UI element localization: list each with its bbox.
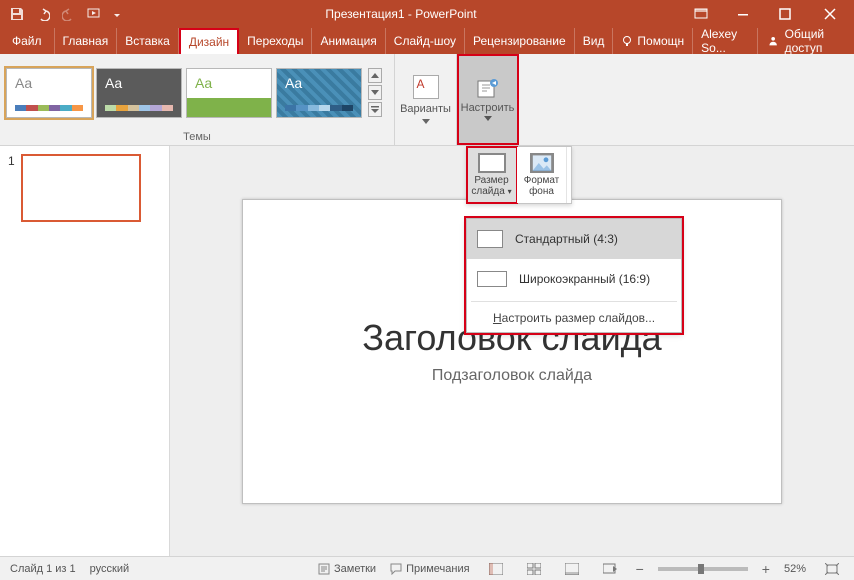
notes-toggle[interactable]: Заметки — [318, 563, 376, 575]
account-user[interactable]: Alexey So... — [693, 28, 758, 54]
zoom-in-button[interactable]: + — [762, 561, 770, 577]
themes-group-label: Темы — [0, 131, 394, 145]
lightbulb-icon — [621, 35, 633, 47]
tab-design[interactable]: Дизайн — [179, 28, 239, 54]
help-tell-me[interactable]: Помощн — [613, 28, 693, 54]
slide-sorter-icon[interactable] — [522, 560, 546, 578]
zoom-slider[interactable] — [658, 567, 748, 571]
close-icon[interactable] — [806, 0, 854, 28]
tab-insert[interactable]: Вставка — [117, 28, 179, 54]
slide-size-button[interactable]: Размерслайда ▾ — [467, 147, 517, 203]
zoom-out-button[interactable]: − — [636, 561, 644, 577]
slide-counter[interactable]: Слайд 1 из 1 — [10, 563, 76, 575]
zoom-level[interactable]: 52% — [784, 563, 806, 575]
qat-dropdown-icon[interactable] — [112, 5, 122, 23]
tab-review[interactable]: Рецензирование — [465, 28, 575, 54]
theme-3[interactable]: Aa — [186, 68, 272, 118]
slide-thumb-number: 1 — [8, 154, 15, 222]
themes-gallery-scroll[interactable] — [368, 68, 382, 117]
ratio-16-9-icon — [477, 271, 507, 287]
variants-icon — [413, 75, 439, 99]
customize-popout: Размерслайда ▾ Форматфона — [466, 146, 572, 204]
customize-group[interactable]: Настроить — [457, 54, 519, 145]
tab-animations[interactable]: Анимация — [312, 28, 385, 54]
chevron-down-icon — [422, 119, 430, 124]
ribbon-display-icon[interactable] — [680, 0, 722, 28]
ratio-4-3-icon — [477, 230, 503, 248]
tab-home[interactable]: Главная — [55, 28, 118, 54]
ribbon: Aa Aa Aa Aa Темы Варианты — [0, 54, 854, 146]
normal-view-icon[interactable] — [484, 560, 508, 578]
customize-icon — [476, 78, 500, 100]
custom-slide-size[interactable]: Настроить размер слайдов... — [467, 304, 681, 332]
reading-view-icon[interactable] — [560, 560, 584, 578]
window-controls — [680, 0, 854, 28]
theme-4[interactable]: Aa — [276, 68, 362, 118]
notes-icon — [318, 563, 330, 575]
ribbon-tabs: Файл Главная Вставка Дизайн Переходы Ани… — [0, 28, 854, 54]
window-title: Презентация1 - PowerPoint — [122, 7, 680, 21]
chevron-down-icon — [484, 116, 492, 121]
title-bar: Презентация1 - PowerPoint — [0, 0, 854, 28]
language-indicator[interactable]: русский — [90, 563, 129, 575]
theme-2[interactable]: Aa — [96, 68, 182, 118]
start-from-beginning-icon[interactable] — [86, 5, 104, 23]
fit-to-window-icon[interactable] — [820, 560, 844, 578]
quick-access-toolbar — [0, 5, 122, 23]
minimize-icon[interactable] — [722, 0, 764, 28]
tab-slideshow[interactable]: Слайд-шоу — [386, 28, 465, 54]
tab-transitions[interactable]: Переходы — [239, 28, 312, 54]
tab-file[interactable]: Файл — [0, 28, 55, 54]
slide-canvas-area: Заголовок слайда Подзаголовок слайда — [170, 146, 854, 556]
slide-size-icon — [478, 153, 506, 173]
tab-view[interactable]: Вид — [575, 28, 614, 54]
slideshow-view-icon[interactable] — [598, 560, 622, 578]
format-background-icon — [530, 153, 554, 173]
theme-office[interactable]: Aa — [6, 68, 92, 118]
comments-icon — [390, 563, 402, 575]
maximize-icon[interactable] — [764, 0, 806, 28]
slide-size-menu: Стандартный (4:3) Широкоэкранный (16:9) … — [466, 218, 682, 333]
size-standard-4-3[interactable]: Стандартный (4:3) — [467, 219, 681, 259]
save-icon[interactable] — [8, 5, 26, 23]
variants-group[interactable]: Варианты — [395, 54, 457, 145]
themes-group: Aa Aa Aa Aa Темы — [0, 54, 395, 145]
undo-icon[interactable] — [34, 5, 52, 23]
redo-icon[interactable] — [60, 5, 78, 23]
slide-thumbnail-1[interactable] — [21, 154, 141, 222]
size-wide-16-9[interactable]: Широкоэкранный (16:9) — [467, 259, 681, 299]
slides-panel: 1 — [0, 146, 170, 556]
slide-subtitle-placeholder[interactable]: Подзаголовок слайда — [432, 367, 592, 385]
share-button[interactable]: Общий доступ — [758, 28, 854, 54]
editor-body: 1 Заголовок слайда Подзаголовок слайда — [0, 146, 854, 556]
menu-separator — [471, 301, 677, 302]
comments-toggle[interactable]: Примечания — [390, 563, 470, 575]
status-bar: Слайд 1 из 1 русский Заметки Примечания … — [0, 556, 854, 580]
person-icon — [768, 34, 778, 48]
format-background-button[interactable]: Форматфона — [517, 147, 567, 203]
